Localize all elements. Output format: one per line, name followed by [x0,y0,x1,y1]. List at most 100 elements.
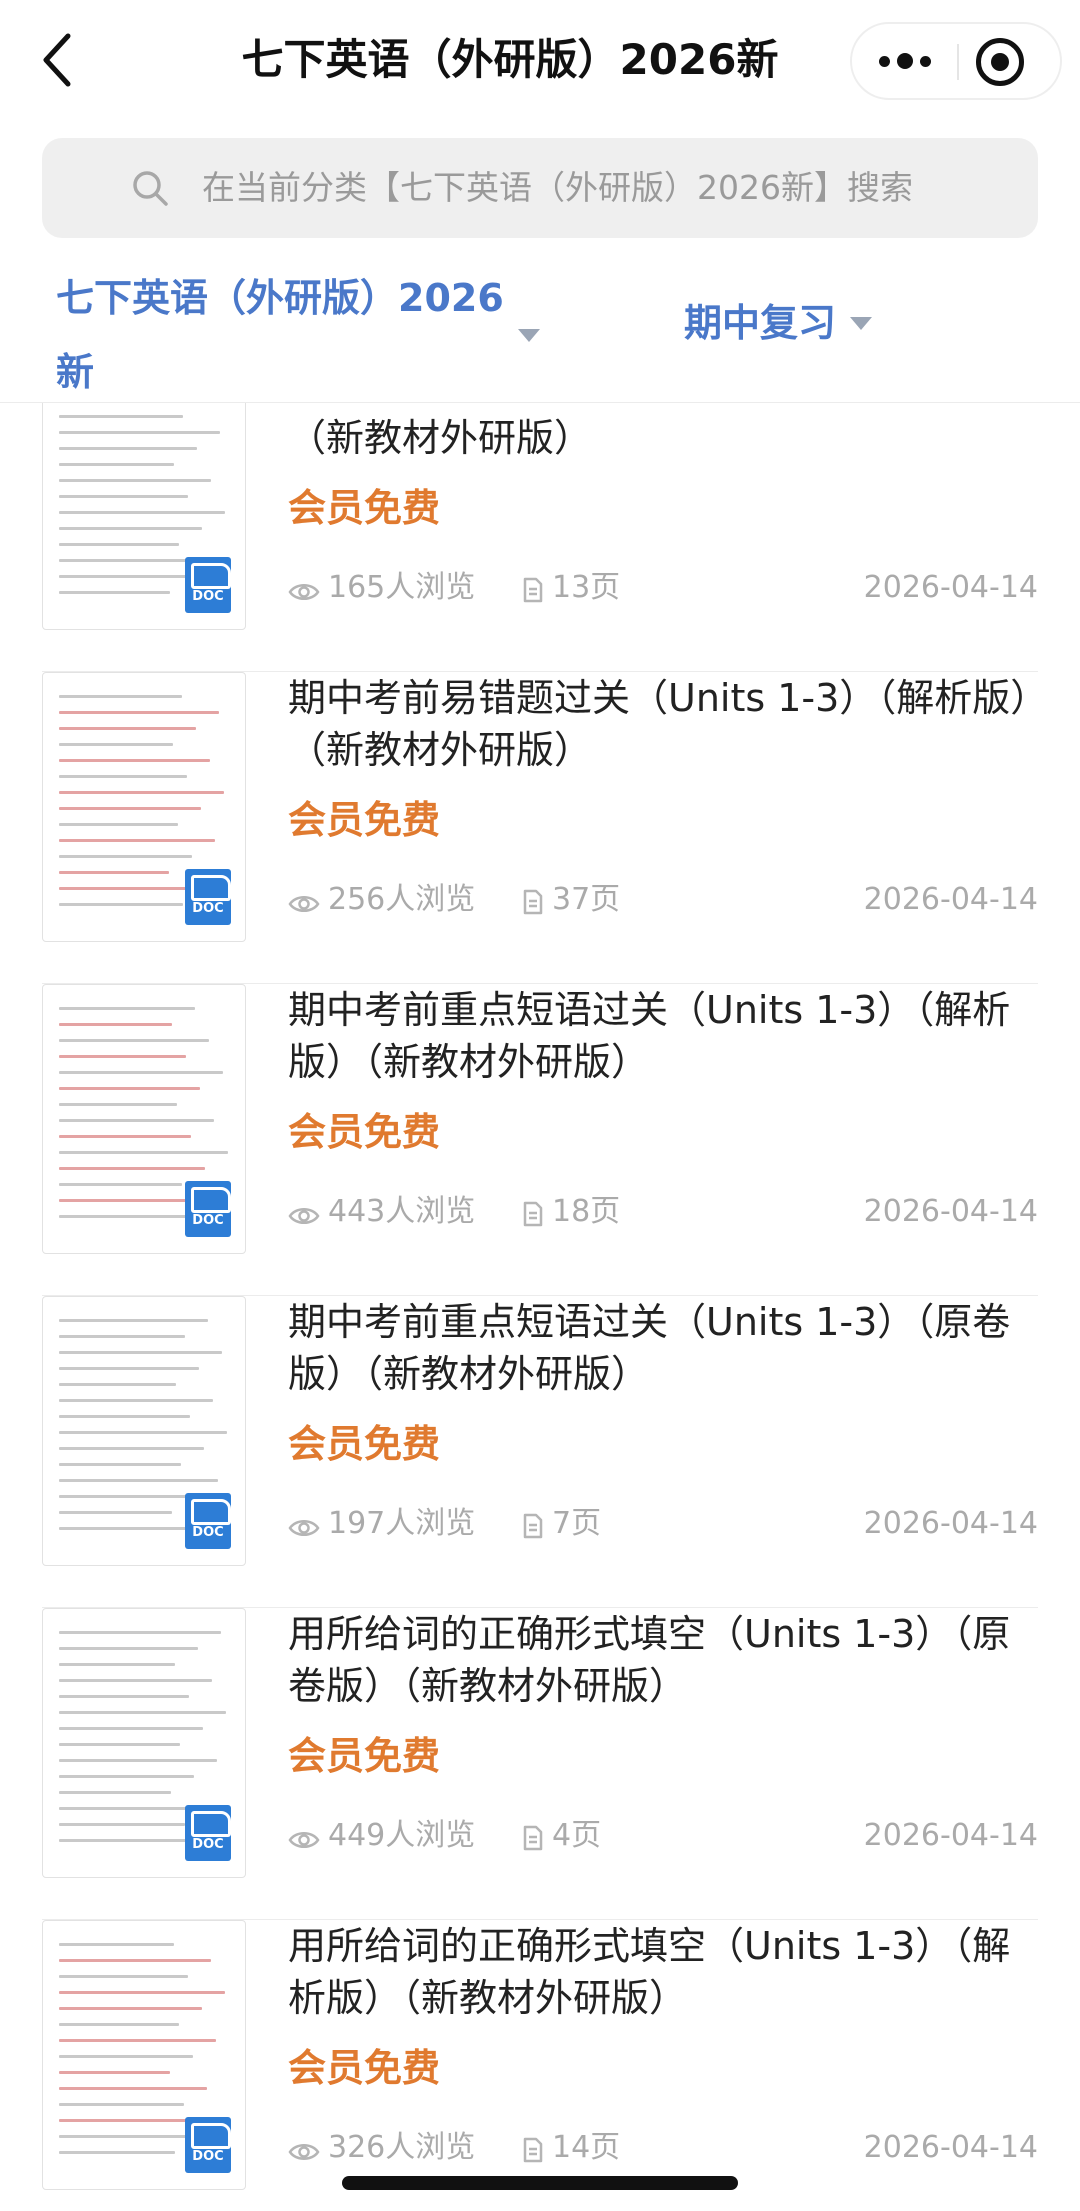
page-count: 18页 [522,1190,620,1234]
list-item[interactable]: DOC 用所给词的正确形式填空（Units 1-3）（原卷版）（新教材外研版） 会员… [42,1608,1038,1920]
doc-file-icon: DOC [185,2117,231,2173]
page-count: 37页 [522,878,620,922]
thumbnail-text-line [59,1743,180,1746]
document-meta: 449人浏览 4页 2026-04-14 [288,1814,1038,1858]
list-item[interactable]: DOC 用所给词的正确形式填空（Units 1-3）（解析版）（新教材外研版） 会员… [42,1920,1038,2211]
nav-bar: 七下英语（外研版）2026新 [0,0,1080,130]
thumbnail-text-line [59,527,202,530]
more-dots-icon [919,55,931,67]
thumbnail-text-line [59,871,169,874]
document-icon [523,1825,543,1851]
thumbnail-text-line [59,2103,184,2106]
thumbnail-text-line [59,1023,172,1026]
thumbnail-text-line [59,431,220,434]
thumbnail-text-line [59,1367,199,1370]
thumbnail-text-line [59,591,170,594]
back-button[interactable] [38,30,78,90]
more-dots-icon [896,53,913,69]
document-icon [523,1201,543,1227]
page-title: 七下英语（外研版）2026新 [241,35,779,84]
eye-icon [288,896,320,912]
page-count: 7页 [522,1502,601,1546]
document-icon [523,577,543,603]
more-button[interactable] [852,24,957,98]
list-item[interactable]: DOC 期中考前易错题过关（Units 1-3）（解析版）（新教材外研版） 会员免费… [42,672,1038,984]
thumbnail-text-line [59,1055,186,1058]
thumbnail-text-line [59,1007,195,1010]
doc-file-icon: DOC [185,1493,231,1549]
pages-text: 14页 [552,2130,621,2165]
category-filter[interactable]: 七下英语（外研版）2026新 [56,261,540,409]
thumbnail-text-line [59,1119,214,1122]
thumbnail-text-line [59,1823,185,1826]
views-count: 326人浏览 [288,2126,475,2170]
views-count: 443人浏览 [288,1190,475,1234]
thumbnail-text-line [59,1975,188,1978]
search-placeholder: 在当前分类【七下英语（外研版）2026新】搜索 [202,168,913,207]
publish-date: 2026-04-14 [863,2130,1038,2165]
document-thumbnail[interactable]: DOC [42,1608,246,1878]
document-title[interactable]: 期中考前易错题过关（Units 1-3）（解析版）（新教材外研版） [288,672,1038,776]
filter-bar: 七下英语（外研版）2026新 期中复习 [0,245,1080,403]
thumbnail-text-line [59,1647,198,1650]
home-indicator [342,2176,738,2190]
publish-date: 2026-04-14 [863,570,1038,605]
publish-date: 2026-04-14 [863,1506,1038,1541]
more-dots-icon [878,55,890,67]
publish-date: 2026-04-14 [863,1818,1038,1853]
thumbnail-text-line [59,1679,212,1682]
pages-text: 4页 [552,1818,602,1853]
section-filter-label: 期中复习 [684,301,837,345]
views-text: 449人浏览 [328,1818,476,1853]
thumbnail-text-line [59,1479,218,1482]
eye-icon [288,1832,320,1848]
document-title[interactable]: 用所给词的正确形式填空（Units 1-3）（解析版）（新教材外研版） [288,1920,1038,2024]
price-label: 会员免费 [288,798,441,842]
close-button[interactable] [976,38,1024,86]
document-thumbnail[interactable]: DOC [42,1296,246,1566]
thumbnail-text-line [59,2007,202,2010]
price-label: 会员免费 [288,1422,441,1466]
section-filter[interactable]: 期中复习 [684,293,873,353]
list-item[interactable]: DOC 期中考前重点短语过关（Units 1-3）（解析版）（新教材外研版） 会员免… [42,984,1038,1296]
thumbnail-text-line [59,1071,223,1074]
document-thumbnail[interactable]: DOC [42,1920,246,2190]
document-thumbnail[interactable]: DOC [42,984,246,1254]
thumbnail-text-line [59,447,197,450]
views-count: 165人浏览 [288,566,475,610]
thumbnail-text-line [59,1431,227,1434]
document-meta: 326人浏览 14页 2026-04-14 [288,2126,1038,2170]
list-item[interactable]: DOC 期中考前重点短语过关（Units 1-3）（原卷版）（新教材外研版） 会员免… [42,1296,1038,1608]
pages-text: 37页 [552,882,621,917]
eye-icon [288,1520,320,1536]
capsule-divider [957,44,959,80]
thumbnail-text-line [59,791,224,794]
doc-file-icon: DOC [185,1805,231,1861]
views-count: 449人浏览 [288,1814,475,1858]
document-thumbnail[interactable]: DOC [42,672,246,942]
document-icon [523,889,543,915]
document-meta: 197人浏览 7页 2026-04-14 [288,1502,1038,1546]
views-text: 165人浏览 [328,570,476,605]
document-title[interactable]: 期中考前重点短语过关（Units 1-3）（解析版）（新教材外研版） [288,984,1038,1088]
thumbnail-text-line [59,1631,221,1634]
thumbnail-text-line [59,1511,172,1514]
thumbnail-text-line [59,711,219,714]
publish-date: 2026-04-14 [863,1194,1038,1229]
chevron-left-icon [43,33,71,87]
search-input[interactable]: 在当前分类【七下英语（外研版）2026新】搜索 [42,138,1038,238]
document-title[interactable]: 用所给词的正确形式填空（Units 1-3）（原卷版）（新教材外研版） [288,1608,1038,1712]
thumbnail-text-line [59,1447,204,1450]
thumbnail-text-line [59,1351,222,1354]
thumbnail-text-line [59,2151,175,2154]
document-title[interactable]: 期中考前重点短语过关（Units 1-3）（原卷版）（新教材外研版） [288,1296,1038,1400]
thumbnail-text-line [59,2039,216,2042]
thumbnail-text-line [59,1335,185,1338]
thumbnail-text-line [59,695,182,698]
thumbnail-text-line [59,903,183,906]
caret-down-icon [850,317,873,330]
page-count: 14页 [522,2126,620,2170]
thumbnail-text-line [59,839,215,842]
thumbnail-text-line [59,855,192,858]
page-count: 13页 [522,566,620,610]
